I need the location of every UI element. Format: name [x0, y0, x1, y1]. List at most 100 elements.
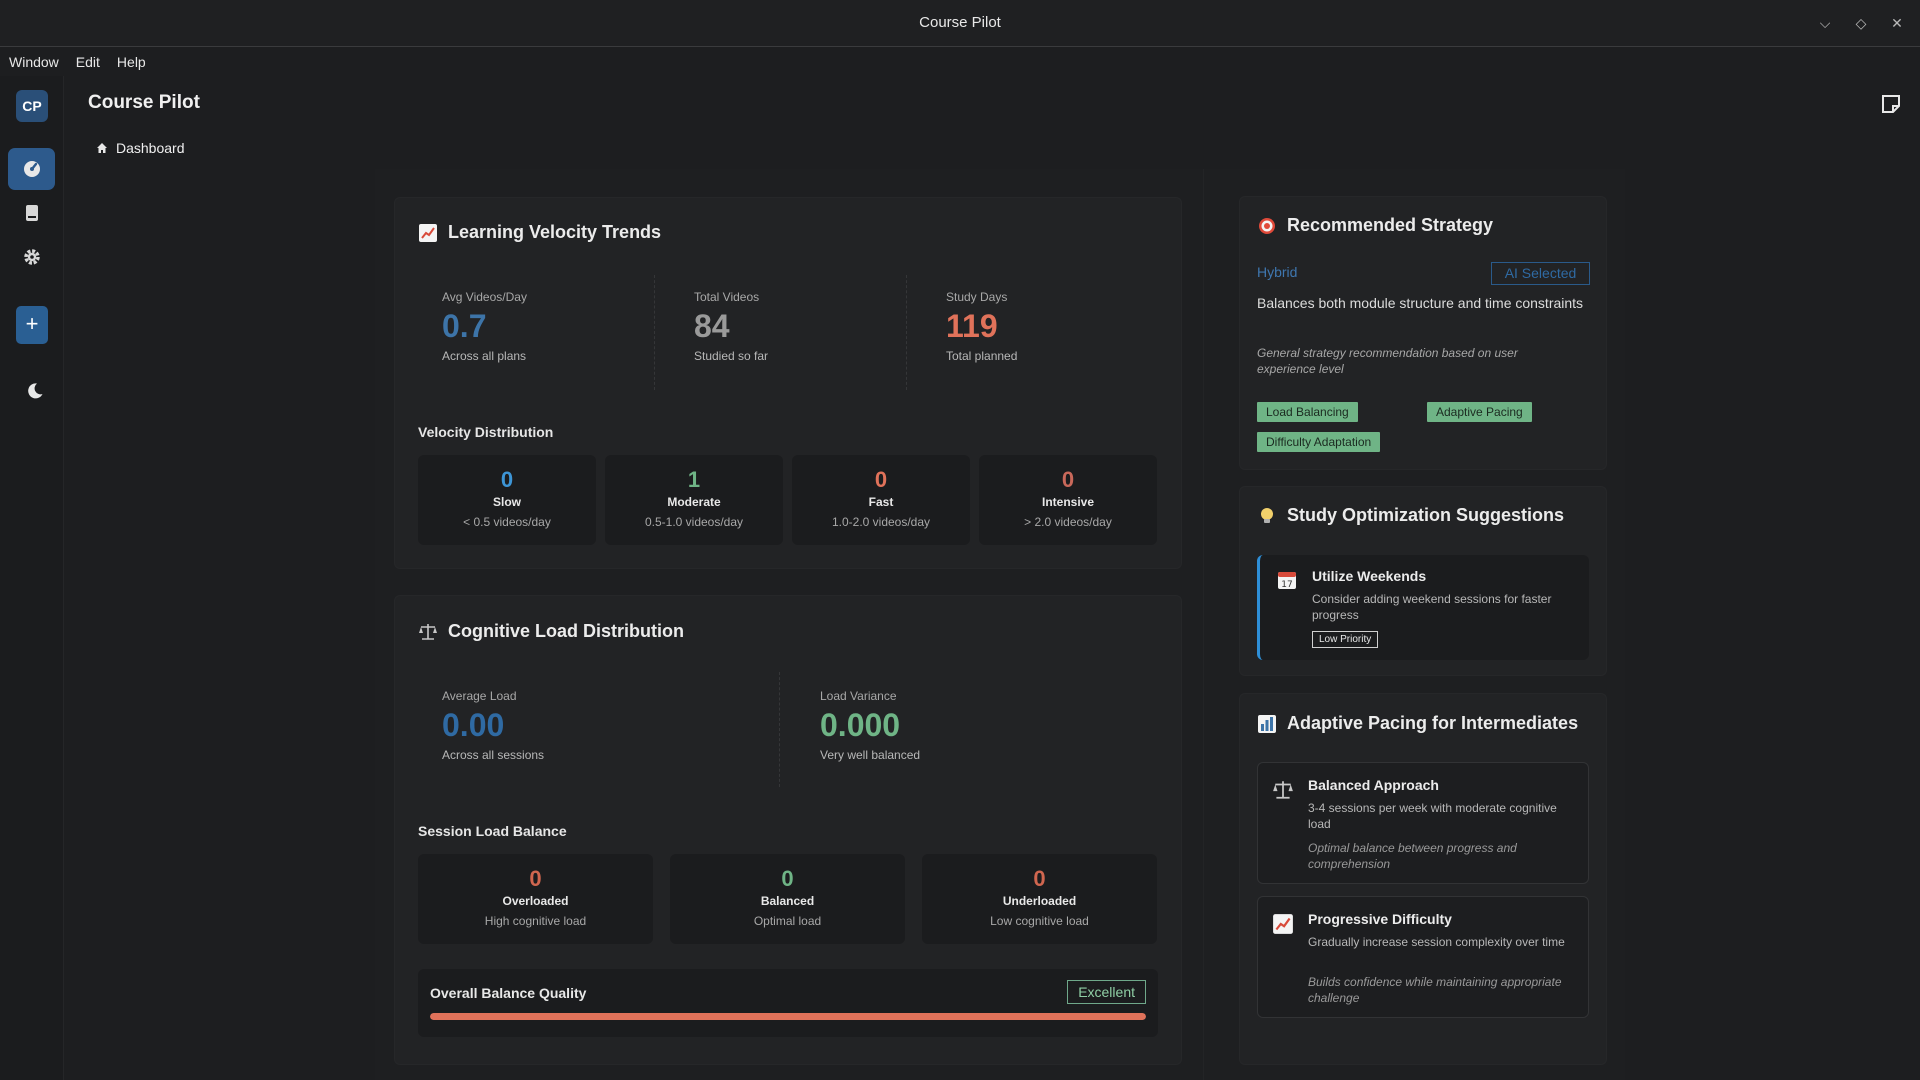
book-icon: [25, 205, 38, 221]
velocity-tile-slow: 0 Slow < 0.5 videos/day: [418, 455, 596, 545]
stat-value: 0.7: [442, 308, 487, 344]
stat-value: 119: [946, 308, 998, 344]
strategy-card: [1239, 196, 1607, 470]
moon-icon: [28, 383, 43, 399]
scale-icon: [1273, 781, 1293, 799]
pacing-item-note: Builds confidence while maintaining appr…: [1308, 975, 1562, 1005]
stat-label: Average Load: [442, 689, 517, 703]
pacing-item-desc: Gradually increase session complexity ov…: [1308, 935, 1565, 949]
strategy-note: General strategy recommendation based on…: [1257, 346, 1518, 376]
suggestions-title: Study Optimization Suggestions: [1257, 505, 1564, 526]
stat-label: Total Videos: [694, 290, 760, 304]
dashboard-nav-button[interactable]: [8, 148, 55, 190]
menu-window[interactable]: Window: [9, 54, 59, 70]
suggestion-title: Utilize Weekends: [1312, 568, 1427, 584]
stat-divider: [654, 275, 655, 390]
tile-range: 1.0-2.0 videos/day: [831, 515, 931, 529]
stat-divider: [779, 672, 780, 787]
priority-badge: Low Priority: [1312, 631, 1379, 648]
tile-count: 0: [874, 467, 888, 492]
strategy-tag: Adaptive Pacing: [1427, 402, 1532, 422]
suggestion-desc: Consider adding weekend sessions for fas…: [1312, 592, 1552, 622]
tile-count: 0: [781, 866, 794, 891]
add-plan-button[interactable]: +: [16, 306, 48, 344]
stat-label: Study Days: [946, 290, 1008, 304]
tile-label: Overloaded: [502, 894, 569, 908]
window-controls: ⌵ ◇ ✕: [1816, 12, 1906, 34]
bar-chart-icon: [1258, 714, 1276, 733]
quality-label: Overall Balance Quality: [430, 985, 587, 1001]
suggestion-item[interactable]: 17 Utilize Weekends Consider adding week…: [1257, 555, 1589, 660]
stat-value: 0.000: [820, 707, 901, 743]
svg-text:17: 17: [1281, 580, 1292, 590]
tile-label: Intensive: [1041, 495, 1095, 509]
tile-count: 0: [500, 467, 514, 492]
notes-icon[interactable]: [1880, 93, 1902, 115]
velocity-tile-fast: 0 Fast 1.0-2.0 videos/day: [792, 455, 970, 545]
velocity-title: Learning Velocity Trends: [418, 222, 661, 243]
stat-value: 84: [694, 308, 730, 344]
balance-tile-underloaded: 0 Underloaded Low cognitive load: [922, 854, 1157, 944]
theme-toggle-button[interactable]: [26, 382, 44, 405]
breadcrumb-dashboard[interactable]: Dashboard: [116, 140, 185, 156]
tile-desc: High cognitive load: [484, 914, 587, 928]
courses-nav-button[interactable]: [8, 192, 55, 234]
pacing-item-title: Balanced Approach: [1308, 777, 1439, 793]
strategy-description: Balances both module structure and time …: [1257, 295, 1584, 311]
tile-label: Moderate: [667, 495, 721, 509]
stat-total-videos: Total Videos 84 Studied so far: [694, 290, 768, 363]
stat-avg-videos: Avg Videos/Day 0.7 Across all plans: [442, 290, 527, 363]
pacing-item[interactable]: Progressive Difficulty Gradually increas…: [1257, 896, 1589, 1018]
pacing-item-desc: 3-4 sessions per week with moderate cogn…: [1308, 801, 1557, 831]
stat-load-variance: Load Variance 0.000 Very well balanced: [820, 689, 920, 762]
pacing-item-note: Optimal balance between progress and com…: [1308, 841, 1517, 871]
tile-range: < 0.5 videos/day: [463, 515, 551, 529]
tile-count: 1: [687, 467, 701, 492]
lightbulb-icon: [1261, 507, 1273, 523]
tile-label: Balanced: [760, 894, 815, 908]
gear-icon: [23, 249, 40, 265]
stat-sub: Across all sessions: [442, 748, 545, 762]
quality-progress-fill: [430, 1013, 1146, 1020]
menu-edit[interactable]: Edit: [76, 54, 100, 70]
stat-average-load: Average Load 0.00 Across all sessions: [442, 689, 544, 762]
pacing-item[interactable]: Balanced Approach 3-4 sessions per week …: [1257, 762, 1589, 884]
balance-tile-overloaded: 0 Overloaded High cognitive load: [418, 854, 653, 944]
stat-sub: Across all plans: [442, 349, 527, 363]
tile-desc: Low cognitive load: [990, 914, 1089, 928]
tile-count: 0: [529, 866, 542, 891]
tile-range: 0.5-1.0 videos/day: [644, 515, 744, 529]
ai-selected-badge: AI Selected: [1491, 262, 1590, 285]
page-title: Course Pilot: [88, 92, 200, 113]
settings-nav-button[interactable]: [8, 236, 55, 278]
stat-sub: Very well balanced: [820, 748, 921, 762]
maximize-icon[interactable]: ◇: [1852, 12, 1870, 34]
minimize-icon[interactable]: ⌵: [1816, 12, 1834, 34]
strategy-tag: Load Balancing: [1257, 402, 1358, 422]
calendar-icon: 17: [1278, 572, 1296, 590]
menu-bar: Window Edit Help: [0, 48, 1920, 76]
window-title: Course Pilot: [919, 14, 1001, 31]
stat-sub: Total planned: [946, 349, 1018, 363]
stat-label: Avg Videos/Day: [442, 290, 527, 304]
cognitive-title: Cognitive Load Distribution: [418, 621, 684, 642]
velocity-distribution-heading: Velocity Distribution: [418, 424, 554, 440]
stat-sub: Studied so far: [694, 349, 769, 363]
cognitive-title-text: Cognitive Load Distribution: [448, 621, 684, 641]
strategy-title: Recommended Strategy: [1257, 215, 1493, 236]
close-icon[interactable]: ✕: [1888, 12, 1906, 34]
stat-divider: [906, 275, 907, 390]
suggestions-title-text: Study Optimization Suggestions: [1287, 505, 1565, 525]
app-logo: CP: [16, 90, 48, 122]
velocity-tile-moderate: 1 Moderate 0.5-1.0 videos/day: [605, 455, 783, 545]
title-bar: Course Pilot ⌵ ◇ ✕: [0, 0, 1920, 47]
tile-range: > 2.0 videos/day: [1024, 515, 1112, 529]
tile-label: Fast: [868, 495, 894, 509]
trending-chart-icon: [1273, 914, 1293, 934]
breadcrumb[interactable]: Dashboard: [96, 140, 185, 156]
pacing-item-title: Progressive Difficulty: [1308, 911, 1452, 927]
pacing-title-text: Adaptive Pacing for Intermediates: [1287, 713, 1579, 733]
velocity-tile-intensive: 0 Intensive > 2.0 videos/day: [979, 455, 1157, 545]
menu-help[interactable]: Help: [117, 54, 146, 70]
stat-label: Load Variance: [820, 689, 897, 703]
